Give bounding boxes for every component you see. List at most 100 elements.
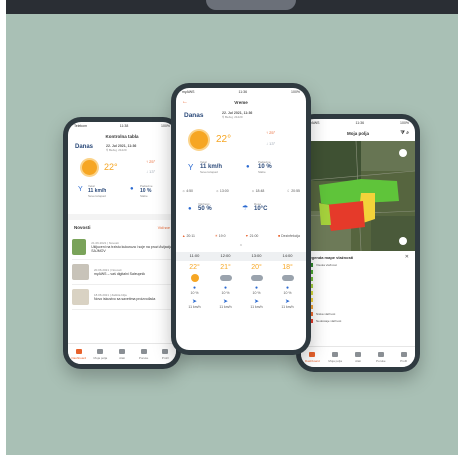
rain-sub: Slabe <box>258 170 266 174</box>
map-svg <box>301 141 415 251</box>
legend-item: Nedostaje vlažnost <box>307 319 341 326</box>
dusk-time: ☾ 20:55 <box>287 189 300 193</box>
field-red <box>325 201 365 231</box>
dew-value: 10°C <box>254 206 268 212</box>
cloud-icon <box>250 275 263 281</box>
spray-item: ☀ 19:0 <box>214 234 226 238</box>
hour-rain: 10 % <box>283 291 292 295</box>
screen-title: Kontrolna tabla <box>105 133 139 139</box>
sun-icon <box>82 160 97 175</box>
news-title: Novosti <box>74 225 91 230</box>
humidity-block: Vlažnost 50 % <box>198 202 212 212</box>
field-icon <box>332 351 339 357</box>
sun-icon <box>190 274 199 282</box>
background-panel: Telekom 11:38 100% Kontrolna tabla Danas… <box>6 0 458 455</box>
news-item[interactable]: 18.06.2021 | Zaštita bilja Novo iskustvo … <box>72 285 172 310</box>
tab-messages[interactable]: Poruke <box>133 344 155 364</box>
tab-tools[interactable]: Alati <box>111 344 133 364</box>
fields-screen: myAWS 11:36 100% Moja polja ⧩ ⌕ Legenda … <box>301 119 415 367</box>
profile-icon <box>162 348 169 354</box>
status-battery: 100% <box>400 121 409 125</box>
tab-fields[interactable]: Moja polja <box>324 347 347 367</box>
sun-icon <box>190 131 208 149</box>
wind-icon: ➤ <box>284 299 291 305</box>
message-icon <box>377 351 384 357</box>
hour-temp: 21° <box>220 264 231 271</box>
dew-icon: ☂ <box>242 205 249 212</box>
cloud-icon <box>219 275 232 281</box>
date-block: 22. Jul 2021, 11:36 ⚲ Bečej, 21220 <box>106 144 136 152</box>
divider <box>68 214 176 220</box>
screen-title: Moja polja <box>346 130 369 136</box>
tab-fields[interactable]: Moja polja <box>90 344 112 364</box>
moisture-map[interactable] <box>301 141 415 251</box>
today-label: Danas <box>184 112 204 119</box>
hour-temp: 22° <box>189 264 200 271</box>
hour-time: 13:00 <box>251 253 262 258</box>
screen-header: Kontrolna tabla <box>68 130 176 142</box>
legend-panel: Legenda mape vlažnosti ✕ Visoka vlažnost… <box>301 251 415 347</box>
news-more-link[interactable]: Vidi sve <box>158 226 170 230</box>
current-temp: 22° <box>216 134 232 145</box>
tools-icon <box>118 348 125 354</box>
dew-block: Rosa 10°C <box>254 202 267 212</box>
screen-header: ← Vreme <box>176 96 306 108</box>
legend-label: Nedostaje vlažnost <box>316 319 342 323</box>
sunset-time: ☼ 18:48 <box>251 189 265 193</box>
dashboard-screen: Telekom 11:38 100% Kontrolna tabla Danas… <box>68 122 176 364</box>
cloud-icon <box>281 275 294 281</box>
legend-item <box>307 270 341 277</box>
location: ⚲ Bečej, 21220 <box>222 115 243 119</box>
legend-item <box>307 284 341 291</box>
home-icon <box>309 351 316 357</box>
humidity-value: 50 % <box>198 206 212 212</box>
status-time: 11:38 <box>119 124 129 128</box>
tab-profile[interactable]: Profil <box>154 344 176 364</box>
status-time: 11:36 <box>238 90 248 94</box>
hour-wind: 11 km/h <box>188 305 201 309</box>
sunrise-time: ☼ 4:50 <box>182 189 193 193</box>
hour-temp: 18° <box>282 264 293 271</box>
status-carrier: myAWS <box>182 90 195 94</box>
spray-item: ▲ 20:11 <box>182 234 195 238</box>
tab-dashboard[interactable]: Dashboard <box>68 344 90 364</box>
current-temp: 22° <box>104 162 118 172</box>
status-time: 11:36 <box>355 121 365 125</box>
filter-search-icons[interactable]: ⧩ ⌕ <box>400 130 409 136</box>
rain-sub: Slabe <box>140 194 148 198</box>
chevron-up-icon[interactable]: ⌃ <box>176 244 306 250</box>
hour-rain: 10 % <box>190 291 199 295</box>
hour-wind: 11 km/h <box>219 305 232 309</box>
temp-low: ↓ 13° <box>266 141 276 146</box>
noon-time: ☼ 13:00 <box>215 189 229 193</box>
news-thumbnail <box>72 239 87 255</box>
legend-item: Niska vlažnost <box>307 312 341 319</box>
tab-messages[interactable]: Poruke <box>369 347 392 367</box>
screen-header: Moja polja ⧩ ⌕ <box>301 127 415 139</box>
status-bar: Telekom 11:38 100% <box>68 122 176 130</box>
raindrop-icon: ● <box>246 164 250 170</box>
back-arrow-icon[interactable]: ← <box>182 99 188 105</box>
home-icon <box>75 348 82 354</box>
news-thumbnail <box>72 289 89 305</box>
hour-rain: 10 % <box>252 291 261 295</box>
profile-icon <box>400 351 407 357</box>
date-block: 22. Jul 2021, 11:36 ⚲ Bečej, 21220 <box>222 111 252 119</box>
tab-tools[interactable]: Alati <box>347 347 370 367</box>
close-icon[interactable]: ✕ <box>405 254 409 260</box>
legend-item <box>307 277 341 284</box>
news-item[interactable]: 21.06.2021 | Novosti Ukljuceni na trzistu… <box>72 235 172 260</box>
news-item[interactable]: 20.06.2021 | Novosti myAWS – vaš digitaln… <box>72 260 172 285</box>
wind-block: Vetar 11 km/h Severozapad <box>88 184 106 198</box>
tab-profile[interactable]: Profil <box>392 347 415 367</box>
weather-screen: myAWS 11:36 100% ← Vreme Danas 22. Jul 2… <box>176 88 306 350</box>
hour-wind: 11 km/h <box>281 305 294 309</box>
tab-bar: Dashboard Moja polja Alati Poruke Profil <box>301 346 415 367</box>
status-bar: myAWS 11:36 100% <box>176 88 306 96</box>
news-text: Novo iskustvo sa savetima proizvođača <box>94 296 156 301</box>
hour-temp: 20° <box>251 264 262 271</box>
tools-icon <box>354 351 361 357</box>
spray-item: ■ Dezinfekcija <box>277 234 300 238</box>
legend-label: Visoka vlažnost <box>316 263 337 267</box>
pin-icon: ⚲ <box>106 148 109 152</box>
